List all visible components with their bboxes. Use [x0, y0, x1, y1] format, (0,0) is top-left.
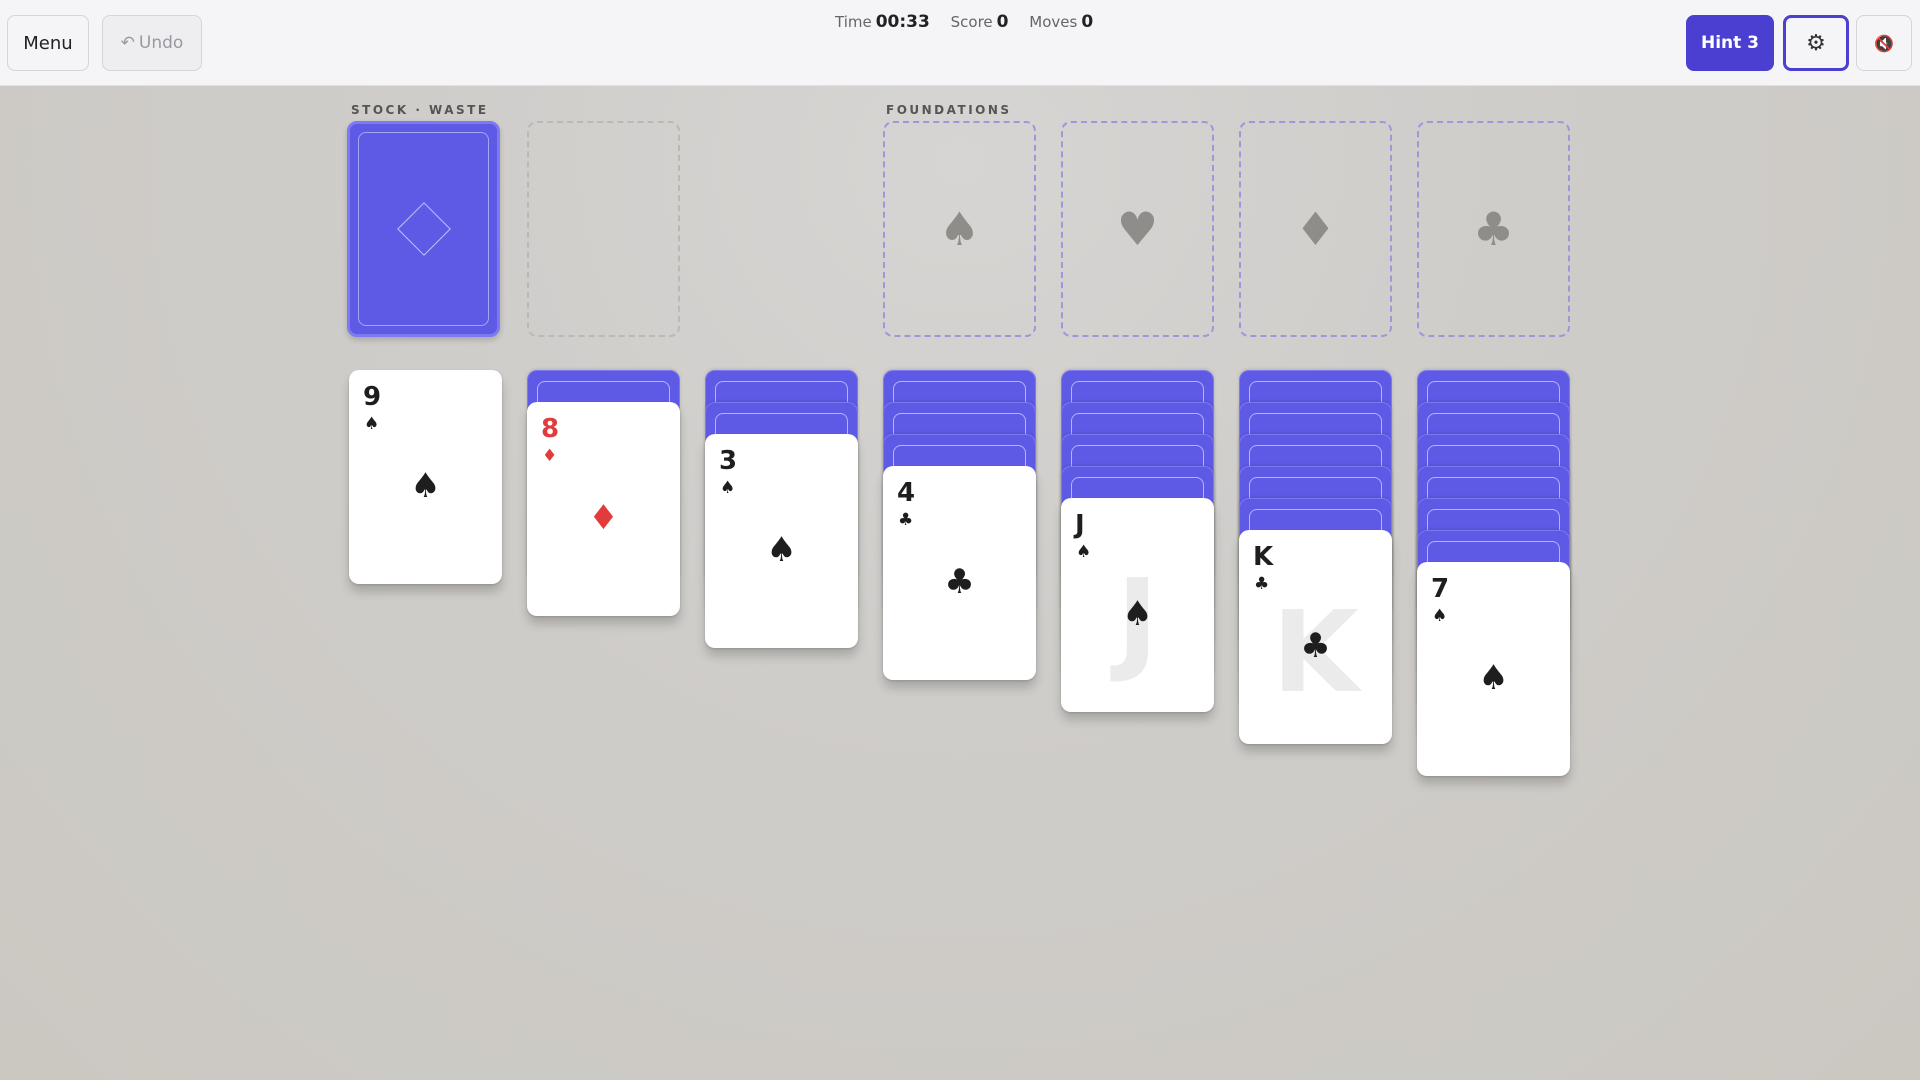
- club-icon: ♣: [898, 510, 914, 530]
- undo-label: Undo: [138, 33, 184, 53]
- mute-icon: 🔇: [1874, 33, 1894, 53]
- card-rank: 3: [719, 446, 738, 476]
- heart-icon: ♥: [1116, 202, 1159, 256]
- spade-icon: ♠: [1122, 594, 1153, 634]
- card-rank: 8: [541, 414, 560, 444]
- spade-icon: ♠: [364, 414, 380, 434]
- face-up-card[interactable]: K K ♣ ♣: [1239, 530, 1392, 744]
- spade-icon: ♠: [720, 478, 736, 498]
- face-up-card[interactable]: 8 ♦ ♦: [527, 402, 680, 616]
- card-rank: 4: [897, 478, 916, 508]
- moves-label: Moves: [1029, 13, 1078, 31]
- card-rank: 9: [363, 382, 382, 412]
- foundations-label: FOUNDATIONS: [886, 103, 1012, 117]
- diamond-icon: ♦: [588, 498, 619, 538]
- time-value: 00:33: [875, 12, 930, 32]
- waste-pile[interactable]: [527, 121, 680, 337]
- score-label: Score: [950, 13, 993, 31]
- time-label: Time: [835, 13, 872, 31]
- face-up-card[interactable]: 3 ♠ ♠: [705, 434, 858, 648]
- settings-button[interactable]: ⚙: [1783, 15, 1849, 71]
- card-rank: K: [1253, 542, 1274, 572]
- spade-icon: ♠: [766, 530, 797, 570]
- score-value: 0: [996, 12, 1009, 32]
- club-icon: ♣: [1254, 574, 1270, 594]
- club-icon: ♣: [1300, 626, 1331, 666]
- face-up-card[interactable]: 7 ♠ ♠: [1417, 562, 1570, 776]
- club-icon: ♣: [1472, 202, 1515, 256]
- spade-icon: ♠: [1478, 658, 1509, 698]
- face-up-card[interactable]: 9 ♠ ♠: [349, 370, 502, 584]
- hint-button[interactable]: Hint 3: [1686, 15, 1774, 71]
- card-rank: J: [1075, 510, 1085, 540]
- foundation-spades[interactable]: ♠: [883, 121, 1036, 337]
- sound-toggle-button[interactable]: 🔇: [1856, 15, 1912, 71]
- gear-icon: ⚙: [1806, 30, 1826, 56]
- foundation-clubs[interactable]: ♣: [1417, 121, 1570, 337]
- stock-waste-label: STOCK · WASTE: [351, 103, 489, 117]
- diamond-icon: ♦: [1294, 202, 1337, 256]
- foundation-hearts[interactable]: ♥: [1061, 121, 1214, 337]
- undo-button[interactable]: ↶ Undo: [102, 15, 202, 71]
- spade-icon: ♠: [938, 202, 981, 256]
- menu-button[interactable]: Menu: [7, 15, 89, 71]
- stock-pile[interactable]: [347, 121, 500, 337]
- top-bar: Menu ↶ Undo Time 00:33 Score 0 Moves 0 Hint…: [0, 0, 1920, 86]
- face-up-card[interactable]: J J ♠ ♠: [1061, 498, 1214, 712]
- face-up-card[interactable]: 4 ♣ ♣: [883, 466, 1036, 680]
- moves-value: 0: [1081, 12, 1094, 32]
- spade-icon: ♠: [1076, 542, 1092, 562]
- undo-icon: ↶: [120, 33, 135, 53]
- card-rank: 7: [1431, 574, 1450, 604]
- spade-icon: ♠: [410, 466, 441, 506]
- game-stats: Time 00:33 Score 0 Moves 0: [835, 12, 1109, 32]
- spade-icon: ♠: [1432, 606, 1448, 626]
- foundation-diamonds[interactable]: ♦: [1239, 121, 1392, 337]
- diamond-icon: ♦: [542, 446, 558, 466]
- club-icon: ♣: [944, 562, 975, 602]
